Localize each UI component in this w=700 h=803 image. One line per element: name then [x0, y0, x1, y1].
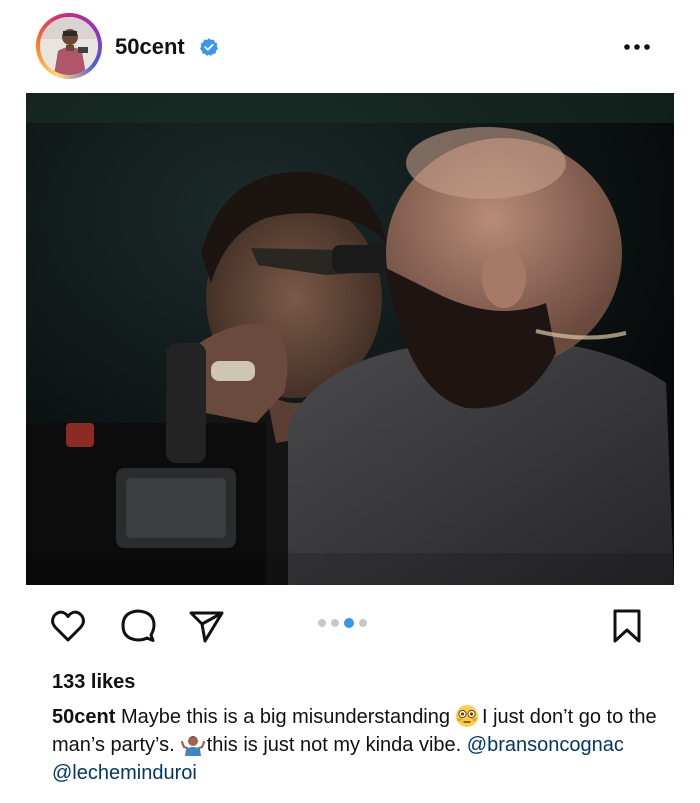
story-ring[interactable] [36, 13, 102, 79]
flushed-face-emoji-icon [456, 705, 478, 727]
person-shrugging-emoji-icon [180, 736, 205, 756]
caption-text-3: this is just not my kinda vibe. [206, 734, 462, 756]
heart-icon[interactable] [48, 606, 88, 646]
avatar-photo [40, 17, 98, 75]
caption-text-1: Maybe this is a big misunderstanding [120, 706, 450, 728]
bookmark-icon[interactable] [607, 606, 647, 646]
carousel-dot [359, 619, 367, 627]
post-photo[interactable] [26, 93, 674, 585]
mention-link[interactable]: @lecheminduroi [52, 762, 197, 784]
caption-username[interactable]: 50cent [52, 706, 115, 728]
caption: 50cent Maybe this is a big misunderstand… [52, 703, 662, 787]
username[interactable]: 50cent [115, 34, 185, 60]
carousel-dot-active [344, 618, 354, 628]
instagram-post: 50cent 133 likes 50cent Maybe this is a … [0, 0, 700, 803]
carousel-dot [331, 619, 339, 627]
more-options-icon[interactable] [620, 34, 654, 60]
carousel-dot [318, 619, 326, 627]
comment-icon[interactable] [118, 606, 158, 646]
likes-count[interactable]: 133 likes [52, 670, 135, 694]
avatar[interactable] [40, 17, 98, 75]
mention-link[interactable]: @bransoncognac [467, 734, 624, 756]
action-bar [0, 600, 700, 656]
share-icon[interactable] [186, 606, 226, 646]
verified-badge-icon [200, 38, 218, 56]
post-image [26, 93, 674, 585]
post-header: 50cent [0, 0, 700, 92]
